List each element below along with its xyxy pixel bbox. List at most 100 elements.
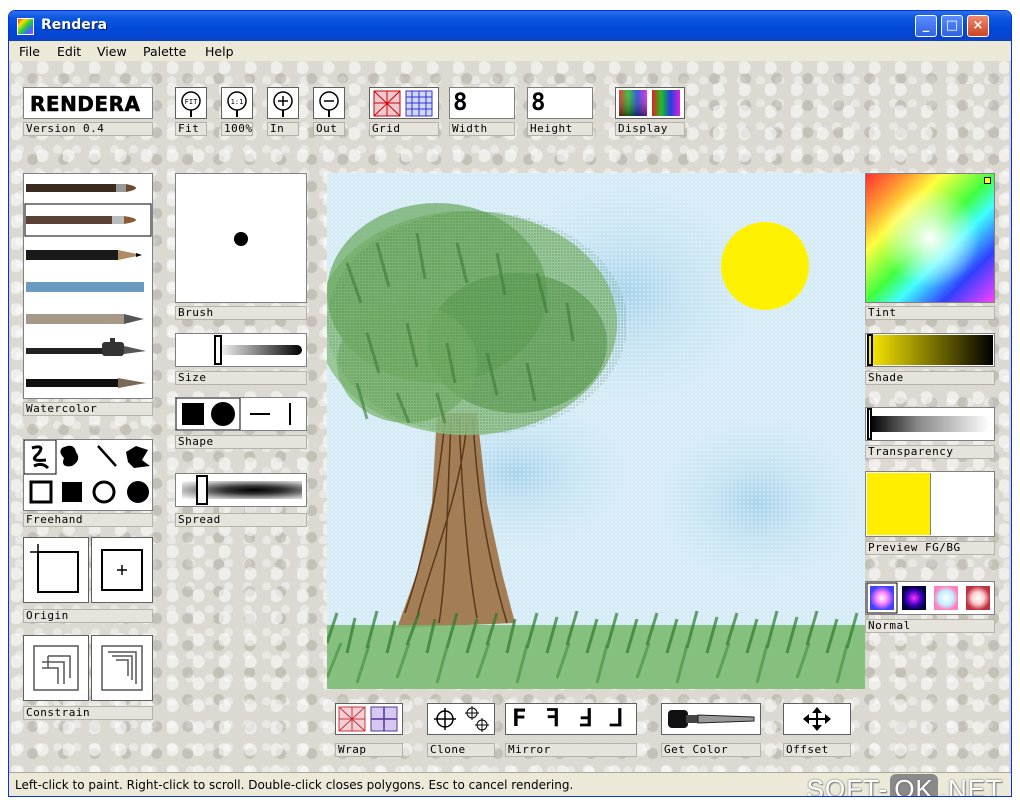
foreground-color[interactable] — [867, 473, 931, 535]
blend-lighten-icon — [934, 586, 958, 610]
brush-shape-icons — [175, 397, 291, 431]
zoom-out-button[interactable] — [313, 87, 345, 119]
watermark-left: SOFT- — [806, 774, 889, 797]
shape-tool-label: Freehand — [23, 513, 153, 527]
zoom-in-icon — [273, 91, 293, 117]
constrain-on-icon — [101, 645, 143, 691]
zoom-fit-icon: FIT — [181, 91, 201, 117]
zoom-100-label: 100% — [221, 122, 253, 136]
app-window: Rendera _ □ × File Edit View Palette Hel… — [8, 10, 1012, 797]
mirror-both[interactable]: ⅃ — [610, 704, 623, 732]
fit-button[interactable]: FIT — [175, 87, 207, 119]
spread-slider-handle[interactable] — [196, 475, 208, 505]
menu-help[interactable]: Help — [205, 44, 234, 59]
shade-slider[interactable] — [865, 333, 995, 367]
zoom-in-label: In — [267, 122, 299, 136]
tint-picker[interactable] — [865, 173, 995, 303]
oval-filled-icon — [127, 481, 149, 503]
brush-preview[interactable] — [175, 173, 307, 303]
origin-center[interactable] — [91, 537, 153, 603]
eyedropper-icon — [668, 710, 755, 728]
maximize-button[interactable]: □ — [941, 15, 963, 37]
shade-label: Shade — [865, 371, 995, 385]
clone-icon — [434, 706, 489, 732]
origin-corner[interactable] — [23, 537, 89, 603]
constrain-on[interactable] — [91, 635, 153, 701]
pen-icon — [26, 378, 146, 388]
zoom-in-button[interactable] — [267, 87, 299, 119]
get-color-button[interactable] — [661, 703, 761, 735]
height-input[interactable]: 8 — [527, 87, 593, 119]
line-icon — [97, 445, 117, 467]
brush-list[interactable] — [23, 173, 153, 399]
origin-corner-icon — [30, 544, 79, 593]
size-slider-handle[interactable] — [214, 335, 222, 365]
display-toggle[interactable] — [615, 87, 685, 119]
clone-toggle[interactable] — [427, 703, 495, 735]
zoom-out-label: Out — [313, 122, 345, 136]
origin-center-icon — [101, 549, 143, 591]
preview-label: Preview FG/BG — [865, 541, 995, 555]
mirror-selector[interactable]: F ꟻ Ⅎ ⅃ — [505, 703, 637, 735]
mirror-vertical[interactable]: Ⅎ — [578, 704, 592, 732]
blend-mode-label: Normal — [865, 619, 995, 633]
grid-toggle[interactable] — [369, 87, 439, 119]
grid-icon — [373, 90, 433, 117]
menu-view[interactable]: View — [97, 44, 127, 59]
watermark: SOFT- OK .NET — [806, 774, 1003, 797]
brush-label: Brush — [175, 306, 307, 320]
round-brush-icon — [26, 184, 136, 192]
work-area: RENDERA Version 0.4 FIT Fit 1:1 100% In … — [11, 61, 1009, 772]
menu-file[interactable]: File — [19, 44, 40, 59]
tint-gradient — [866, 174, 994, 302]
mirror-horizontal[interactable]: ꟻ — [546, 704, 560, 732]
blend-colorize-icon — [966, 586, 990, 610]
width-label: Width — [449, 122, 515, 136]
menu-edit[interactable]: Edit — [57, 44, 81, 59]
size-slider[interactable] — [175, 333, 307, 367]
height-value: 8 — [531, 88, 546, 116]
shade-slider-handle[interactable] — [867, 334, 873, 366]
minimize-button[interactable]: _ — [915, 15, 937, 37]
window-title: Rendera — [41, 17, 108, 33]
constrain-off[interactable] — [23, 635, 89, 701]
size-label: Size — [175, 371, 307, 385]
brush-icons — [24, 184, 152, 388]
background-color[interactable] — [932, 473, 994, 535]
wrap-icon — [338, 706, 398, 732]
shade-gradient — [867, 335, 993, 365]
logo-text: RENDERA — [30, 92, 141, 117]
tint-cursor[interactable] — [984, 177, 991, 184]
brush-dot — [234, 232, 248, 246]
offset-label: Offset — [783, 743, 851, 757]
zoom-100-icon: 1:1 — [227, 91, 247, 117]
spread-slider[interactable] — [175, 473, 307, 507]
shape-tool-grid[interactable] — [23, 439, 153, 511]
menu-palette[interactable]: Palette — [143, 44, 186, 59]
close-button[interactable]: × — [967, 15, 989, 37]
menu-bar: File Edit View Palette Help — [9, 41, 1011, 61]
transparency-slider[interactable] — [865, 407, 995, 441]
zoom-100-button[interactable]: 1:1 — [221, 87, 253, 119]
blend-mode-selector[interactable] — [865, 581, 995, 615]
offset-button[interactable] — [783, 703, 851, 735]
origin-label: Origin — [23, 609, 153, 623]
svg-text:1:1: 1:1 — [231, 98, 244, 106]
square-tip-icon — [182, 403, 204, 425]
airbrush-icon — [26, 338, 146, 356]
wrap-label: Wrap — [335, 743, 403, 757]
title-bar[interactable]: Rendera _ □ × — [9, 11, 1011, 41]
display-icon — [619, 90, 680, 116]
wrap-toggle[interactable] — [335, 703, 403, 735]
version-label: Version 0.4 — [23, 122, 153, 136]
painting — [327, 173, 865, 689]
width-input[interactable]: 8 — [449, 87, 515, 119]
logo: RENDERA — [23, 87, 153, 119]
mirror-none[interactable]: F — [512, 704, 526, 732]
drawing-canvas[interactable] — [327, 173, 865, 689]
zoom-out-icon — [319, 91, 339, 117]
transparency-slider-handle[interactable] — [867, 408, 872, 440]
grid-label: Grid — [369, 122, 439, 136]
shape-selector[interactable] — [175, 397, 307, 431]
color-preview[interactable] — [865, 471, 995, 537]
